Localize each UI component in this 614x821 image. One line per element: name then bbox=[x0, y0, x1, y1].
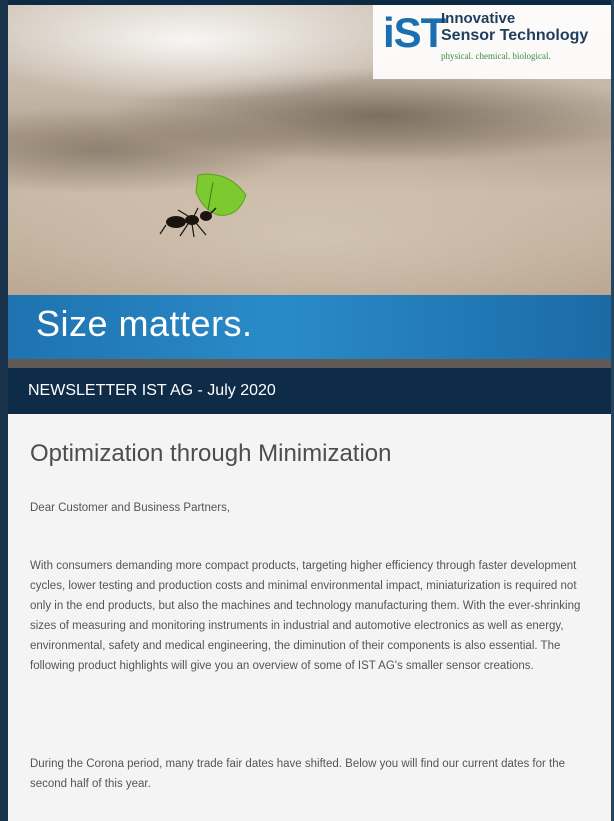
article-paragraph-1: With consumers demanding more compact pr… bbox=[30, 560, 581, 672]
left-edge bbox=[0, 0, 8, 821]
article-greeting: Dear Customer and Business Partners, bbox=[30, 502, 231, 514]
logo-tagline: physical. chemical. biological. bbox=[441, 51, 551, 61]
logo-line-innovative: Innovative bbox=[441, 10, 516, 27]
newsletter-bar: NEWSLETTER IST AG - July 2020 bbox=[8, 368, 611, 414]
leafcutter-ant-illustration bbox=[159, 173, 247, 238]
logo-line-sensor-technology: Sensor Technology bbox=[441, 27, 589, 44]
banner: Size matters. bbox=[8, 295, 611, 359]
separator-bar bbox=[8, 359, 611, 368]
banner-title: Size matters. bbox=[36, 303, 253, 344]
article-content: Optimization through Minimization Dear C… bbox=[8, 414, 611, 821]
newsletter-label: NEWSLETTER IST AG - July 2020 bbox=[28, 382, 276, 399]
logo-mark: iST bbox=[383, 9, 446, 56]
article-paragraph-2: During the Corona period, many trade fai… bbox=[30, 758, 566, 790]
article-headline: Optimization through Minimization bbox=[30, 440, 392, 467]
company-logo[interactable]: iST Innovative Sensor Technology physica… bbox=[373, 5, 611, 79]
hero-image: iST Innovative Sensor Technology physica… bbox=[8, 5, 611, 295]
